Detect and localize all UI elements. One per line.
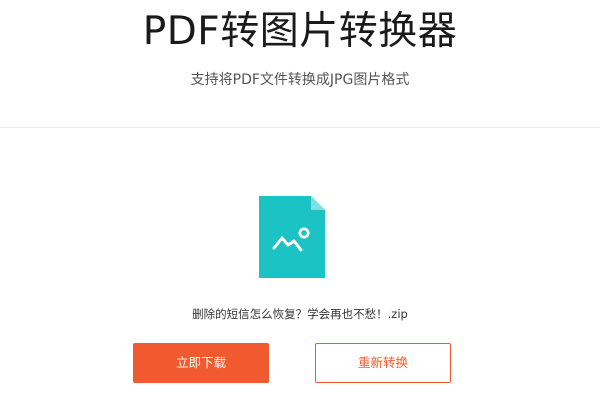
converter-page: PDF转图片转换器 支持将PDF文件转换成JPG图片格式 删除的短信怎么恢复？学…	[0, 0, 600, 412]
image-file-icon	[259, 196, 325, 278]
page-title: PDF转图片转换器	[142, 9, 458, 54]
converted-file-name: 删除的短信怎么恢复？学会再也不愁！.zip	[192, 307, 408, 321]
reconvert-button[interactable]: 重新转换	[315, 343, 451, 383]
page-subtitle: 支持将PDF文件转换成JPG图片格式	[190, 72, 410, 88]
page-header: PDF转图片转换器 支持将PDF文件转换成JPG图片格式	[0, 0, 600, 127]
header-divider	[0, 127, 600, 128]
download-button[interactable]: 立即下载	[133, 343, 269, 383]
